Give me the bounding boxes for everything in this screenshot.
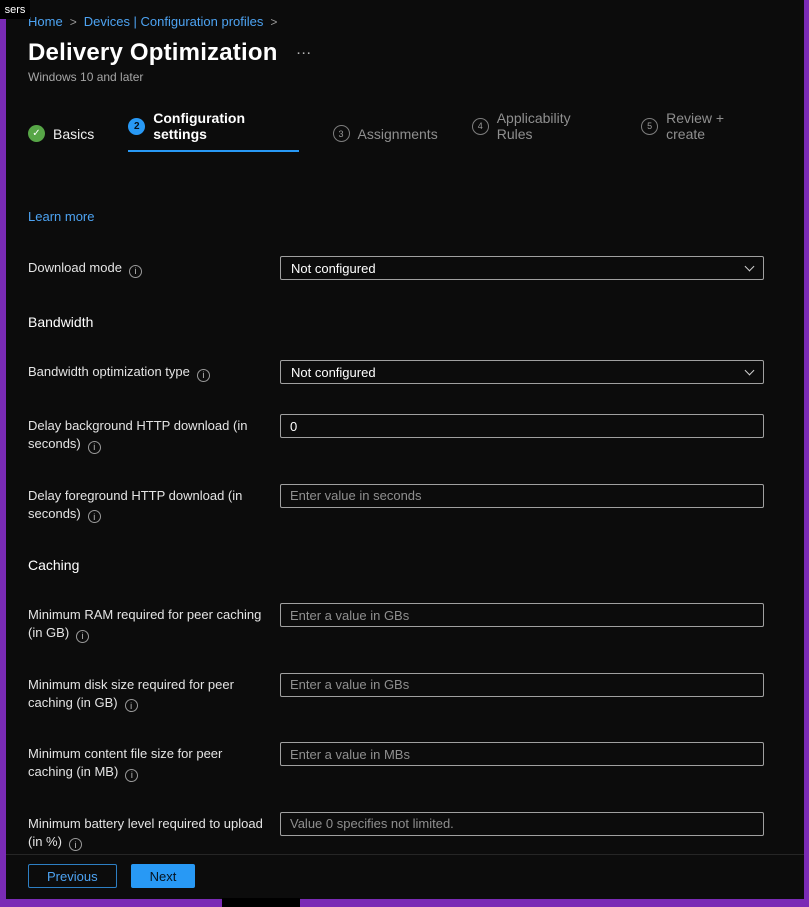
breadcrumb-devices-configuration-profiles[interactable]: Devices | Configuration profiles — [84, 14, 264, 29]
field-label: Minimum RAM required for peer caching (i… — [28, 603, 280, 643]
chevron-down-icon — [745, 261, 755, 271]
learn-more-link[interactable]: Learn more — [28, 209, 94, 224]
breadcrumb-separator-icon: > — [270, 15, 277, 29]
form-row-bandwidth-optimization-type: Bandwidth optimization type i Not configu… — [28, 360, 764, 384]
step-review-create[interactable]: 5 Review + create — [641, 110, 764, 152]
field-label-text: Download mode — [28, 260, 122, 275]
info-icon[interactable]: i — [125, 769, 138, 782]
step-basics[interactable]: ✓ Basics — [28, 125, 94, 152]
step-configuration-settings[interactable]: 2 Configuration settings — [128, 110, 298, 152]
info-icon[interactable]: i — [197, 369, 210, 382]
form-row-min-disk: Minimum disk size required for peer cach… — [28, 673, 764, 713]
info-icon[interactable]: i — [69, 838, 82, 851]
step-label: Review + create — [666, 110, 764, 142]
step-label: Basics — [53, 126, 94, 142]
step-number-badge: 5 — [641, 118, 658, 135]
step-number-badge: 3 — [333, 125, 350, 142]
info-icon[interactable]: i — [129, 265, 142, 278]
wizard-steps: ✓ Basics 2 Configuration settings 3 Assi… — [28, 110, 764, 153]
step-label: Assignments — [358, 126, 438, 142]
bandwidth-optimization-type-select[interactable]: Not configured — [280, 360, 764, 384]
select-value: Not configured — [291, 365, 376, 380]
field-label-text: Delay background HTTP download (in secon… — [28, 418, 247, 451]
form-row-download-mode: Download mode i Not configured — [28, 256, 764, 280]
step-label: Configuration settings — [153, 110, 298, 142]
info-icon[interactable]: i — [76, 630, 89, 643]
download-mode-select[interactable]: Not configured — [280, 256, 764, 280]
min-ram-input[interactable] — [280, 603, 764, 627]
form-row-delay-foreground: Delay foreground HTTP download (in secon… — [28, 484, 764, 524]
field-label: Delay foreground HTTP download (in secon… — [28, 484, 280, 524]
step-number-badge: 4 — [472, 118, 489, 135]
more-menu-button[interactable]: … — [296, 41, 314, 65]
field-label: Minimum content file size for peer cachi… — [28, 742, 280, 782]
form-row-min-ram: Minimum RAM required for peer caching (i… — [28, 603, 764, 643]
next-button[interactable]: Next — [131, 864, 196, 888]
breadcrumb-separator-icon: > — [70, 15, 77, 29]
info-icon[interactable]: i — [88, 510, 101, 523]
step-assignments[interactable]: 3 Assignments — [333, 125, 438, 152]
form-row-min-battery: Minimum battery level required to upload… — [28, 812, 764, 852]
page-title: Delivery Optimization — [28, 39, 278, 67]
min-content-size-input[interactable] — [280, 742, 764, 766]
field-label: Bandwidth optimization type i — [28, 360, 280, 382]
delay-background-input[interactable] — [280, 414, 764, 438]
check-icon: ✓ — [28, 125, 45, 142]
info-icon[interactable]: i — [88, 441, 101, 454]
step-label: Applicability Rules — [497, 110, 607, 142]
info-icon[interactable]: i — [125, 699, 138, 712]
field-label-text: Minimum battery level required to upload… — [28, 816, 263, 849]
min-battery-input[interactable] — [280, 812, 764, 836]
field-label: Download mode i — [28, 256, 280, 278]
step-number-badge: 2 — [128, 118, 145, 135]
delay-foreground-input[interactable] — [280, 484, 764, 508]
breadcrumb: Home > Devices | Configuration profiles … — [28, 0, 764, 29]
step-applicability-rules[interactable]: 4 Applicability Rules — [472, 110, 607, 152]
field-label-text: Delay foreground HTTP download (in secon… — [28, 488, 242, 521]
app-frame: sers Home > Devices | Configuration prof… — [0, 0, 809, 907]
platform-subtitle: Windows 10 and later — [28, 70, 764, 84]
clipped-users-label: sers — [0, 0, 30, 19]
section-heading-bandwidth: Bandwidth — [28, 314, 764, 330]
chevron-down-icon — [745, 365, 755, 375]
previous-button[interactable]: Previous — [28, 864, 117, 888]
form-row-min-content-size: Minimum content file size for peer cachi… — [28, 742, 764, 782]
form-row-delay-background: Delay background HTTP download (in secon… — [28, 414, 764, 454]
field-label-text: Bandwidth optimization type — [28, 364, 190, 379]
field-label: Delay background HTTP download (in secon… — [28, 414, 280, 454]
breadcrumb-home[interactable]: Home — [28, 14, 63, 29]
wizard-footer: Previous Next — [6, 854, 804, 899]
configuration-profile-page: Home > Devices | Configuration profiles … — [6, 0, 804, 899]
clipped-bottom-element — [222, 898, 300, 907]
select-value: Not configured — [291, 261, 376, 276]
min-disk-input[interactable] — [280, 673, 764, 697]
section-heading-caching: Caching — [28, 557, 764, 573]
field-label: Minimum disk size required for peer cach… — [28, 673, 280, 713]
field-label: Minimum battery level required to upload… — [28, 812, 280, 852]
field-label-text: Minimum RAM required for peer caching (i… — [28, 607, 261, 640]
